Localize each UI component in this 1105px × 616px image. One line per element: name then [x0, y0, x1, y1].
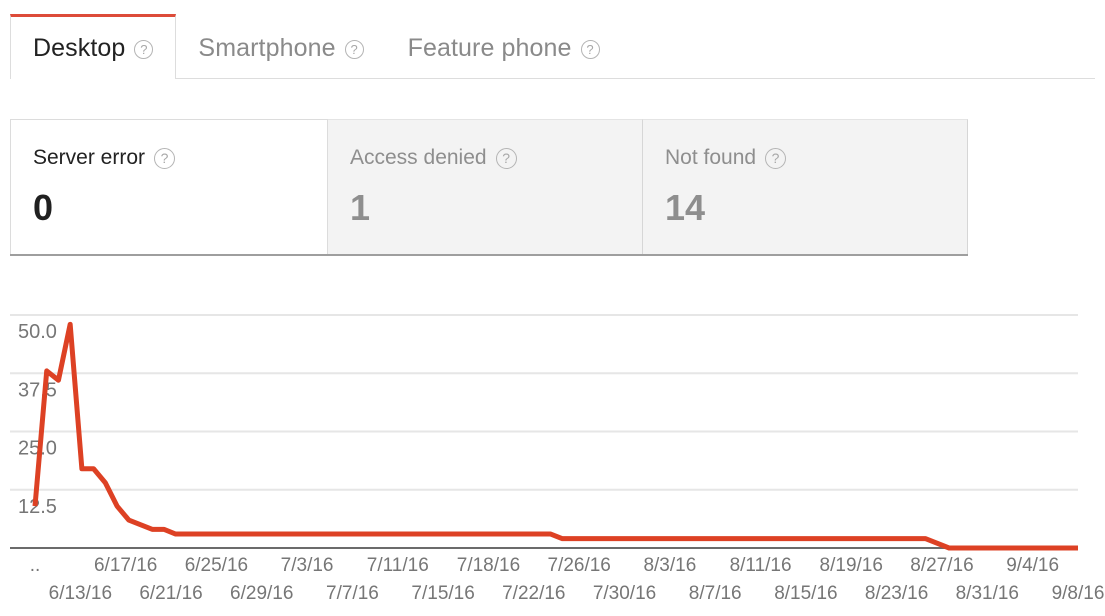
y-axis-tick-label: 50.0	[18, 321, 57, 343]
card-server-error-title: Server error ?	[33, 146, 327, 169]
card-access-denied[interactable]: Access denied ? 1	[328, 119, 643, 254]
x-axis-tick-label: 8/11/16	[730, 555, 792, 576]
x-axis-tick-label: 8/23/16	[865, 583, 928, 604]
x-axis-tick-label: 7/18/16	[457, 555, 520, 576]
card-not-found-title: Not found ?	[665, 146, 967, 169]
y-axis-tick-label: 37.5	[18, 379, 57, 401]
x-axis-tick-label: 7/30/16	[593, 583, 656, 604]
x-axis-tick-label: 7/7/16	[326, 583, 379, 604]
x-axis-tick-label: ..	[30, 555, 41, 576]
x-axis-tick-label: 7/26/16	[547, 555, 610, 576]
help-icon[interactable]: ?	[344, 39, 364, 59]
card-access-denied-label: Access denied	[350, 146, 487, 169]
error-type-cards: Server error ? 0 Access denied ? 1 Not f…	[10, 119, 968, 256]
help-icon[interactable]: ?	[154, 148, 176, 169]
card-access-denied-value: 1	[350, 187, 371, 228]
x-axis-tick-label: 8/31/16	[956, 583, 1019, 604]
tabs-row: Desktop ? Smartphone ? Feature phone ?	[10, 14, 622, 80]
x-axis-tick-label: 6/13/16	[49, 583, 112, 604]
card-access-denied-title: Access denied ?	[350, 146, 642, 169]
help-icon[interactable]: ?	[134, 39, 154, 59]
card-not-found-label: Not found	[665, 146, 757, 169]
device-tabs: Desktop ? Smartphone ? Feature phone ?	[0, 0, 1105, 80]
x-axis-tick-label: 7/15/16	[411, 583, 474, 604]
x-axis-tick-label: 9/8/16	[1052, 583, 1105, 604]
help-icon[interactable]: ?	[580, 39, 600, 59]
x-axis-tick-label: 6/25/16	[185, 555, 248, 576]
card-server-error-value: 0	[33, 187, 54, 228]
errors-over-time-chart: 50.0 37.5 25.0 12.5.. 6/17/16 6/25/16 7/3/16 7/…	[0, 290, 1105, 616]
chart-canvas: 50.037.525.012.5.. 6/17/16 6/25/16 7/3/16 7/…	[10, 314, 1105, 604]
x-axis-tick-label: 8/3/16	[643, 555, 696, 576]
x-axis-tick-label: 6/21/16	[139, 583, 202, 604]
x-axis-tick-label: 8/15/16	[774, 583, 837, 604]
card-server-error[interactable]: Server error ? 0	[10, 119, 328, 254]
card-not-found[interactable]: Not found ? 14	[643, 119, 968, 254]
help-icon[interactable]: ?	[765, 148, 787, 169]
x-axis-tick-label: 6/29/16	[230, 583, 293, 604]
card-not-found-value: 14	[665, 187, 706, 228]
x-axis-tick-label: 8/27/16	[910, 555, 973, 576]
x-axis-tick-label: 9/4/16	[1006, 555, 1059, 576]
tab-feature-phone[interactable]: Feature phone ?	[386, 14, 622, 79]
x-axis-tick-label: 8/19/16	[820, 555, 883, 576]
card-server-error-label: Server error	[33, 146, 146, 169]
x-axis-tick-label: 6/17/16	[94, 555, 157, 576]
help-icon[interactable]: ?	[495, 148, 517, 169]
tab-desktop[interactable]: Desktop ?	[10, 14, 177, 80]
tab-smartphone[interactable]: Smartphone ?	[176, 14, 385, 79]
tab-feature-phone-label: Feature phone	[407, 33, 572, 62]
x-axis-tick-label: 7/22/16	[502, 583, 565, 604]
x-axis-tick-label: 8/7/16	[689, 583, 742, 604]
tab-desktop-label: Desktop	[33, 33, 126, 62]
x-axis-tick-label: 7/11/16	[367, 555, 429, 576]
x-axis-tick-label: 7/3/16	[281, 555, 334, 576]
tab-smartphone-label: Smartphone	[198, 33, 336, 62]
chart-line-series	[32, 321, 1078, 551]
